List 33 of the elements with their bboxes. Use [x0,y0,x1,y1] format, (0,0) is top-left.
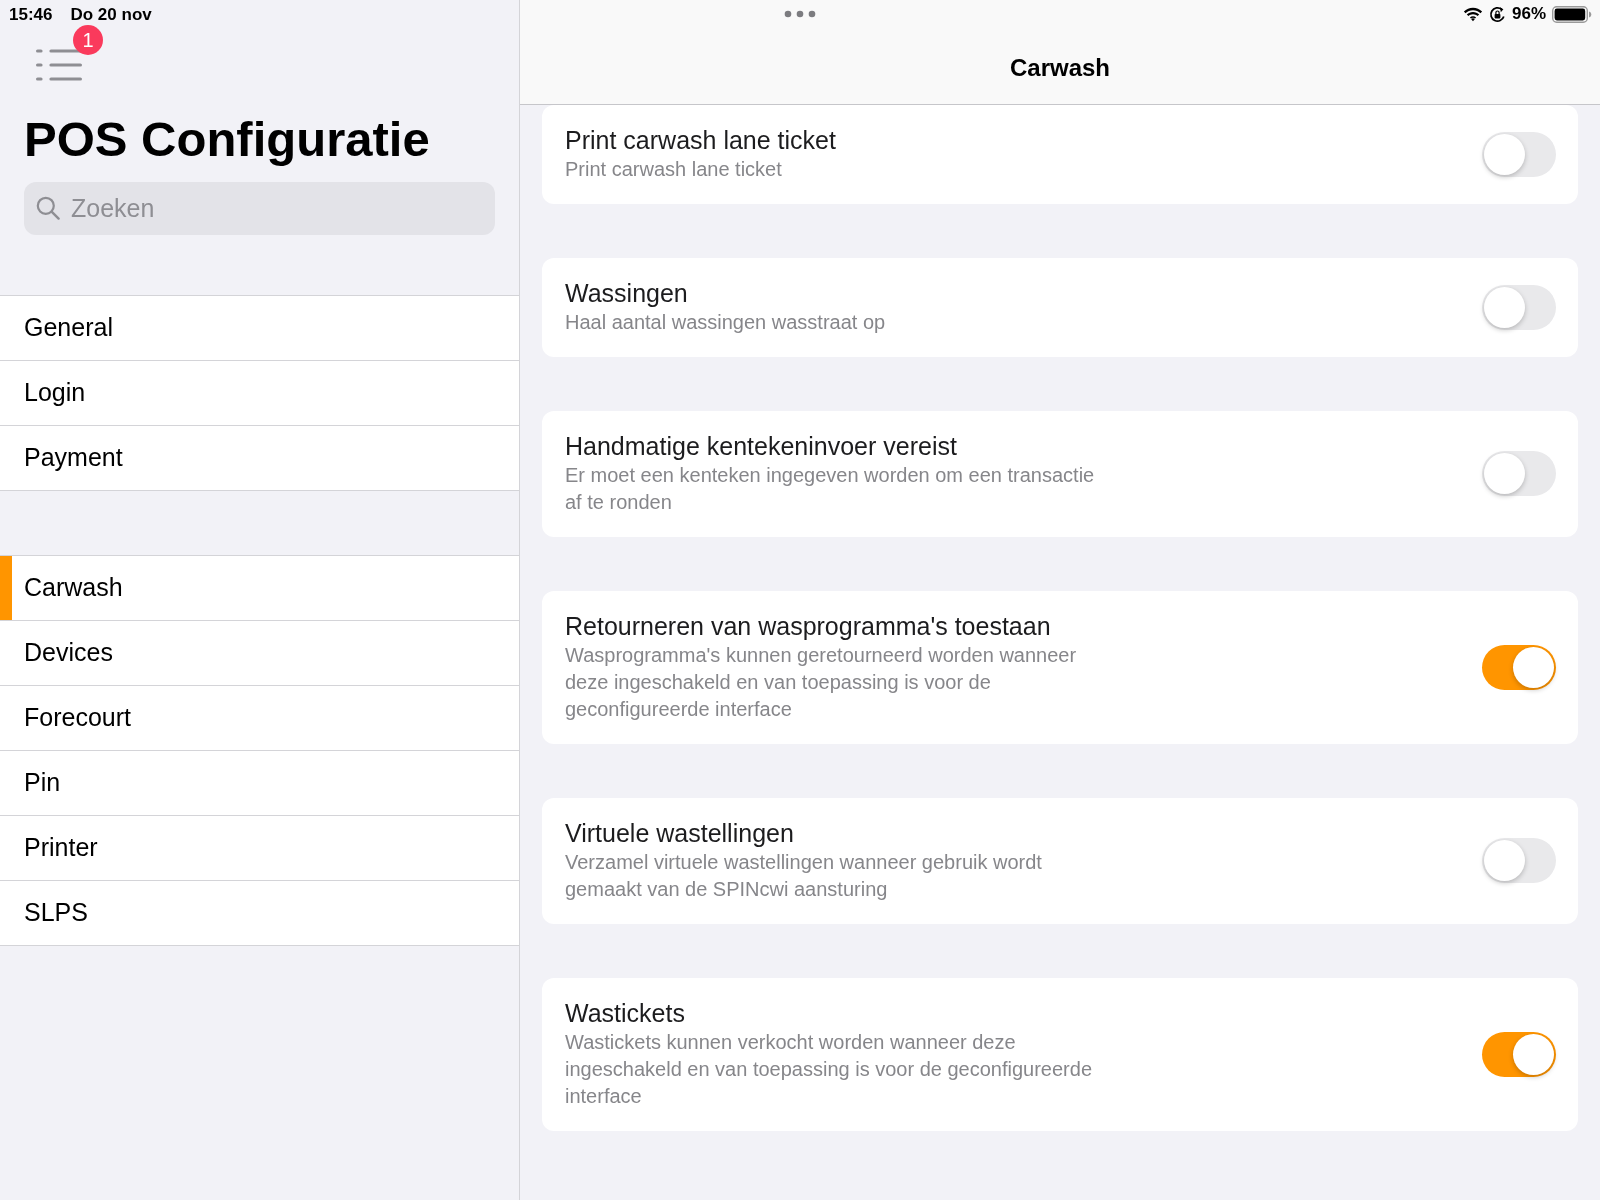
menu-button[interactable] [36,49,82,81]
toggle-switch[interactable] [1482,451,1556,496]
setting-title: Wastickets [565,998,686,1028]
notification-badge: 1 [73,25,103,55]
toggle-switch[interactable] [1482,131,1556,177]
status-time: 15:46 [9,4,53,27]
status-date: Do 20 nov [70,4,152,27]
setting-description: Wastickets kunnen verkocht worden wanneer deze ingeschakeld en van toepassing is voor de geconfigureerde interface [565,1030,1094,1109]
battery-icon [1552,5,1592,23]
setting-title: Retourneren van wasprogramma's toestaan [565,611,1052,641]
setting-description: Print carwash lane ticket [565,157,783,182]
search-icon [36,196,60,220]
toggle-switch[interactable] [1482,1031,1556,1077]
setting-title: Virtuele wastellingen [565,818,795,848]
setting-description: Wasprogramma's kunnen geretourneerd worden wanneer deze ingeschakeld en van toepassing is voor de geconfigureerde interface [565,643,1078,722]
wifi-icon [1462,6,1483,22]
toggle-switch[interactable] [1482,838,1556,883]
list-icon [36,49,82,81]
toggle-switch[interactable] [1482,644,1556,690]
battery-percentage: 96% [1511,3,1546,26]
setting-title: Wassingen [565,278,689,308]
setting-title: Print carwash lane ticket [565,125,836,155]
rotation-lock-icon [1488,5,1506,23]
sidebar-title: POS Configuratie [24,111,431,168]
setting-description: Er moet een kenteken ingegeven worden om een transactie af te ronden [565,463,1096,515]
toggle-switch[interactable] [1482,284,1556,330]
selection-bar [0,556,12,620]
setting-title: Handmatige kentekeninvoer vereist [565,431,958,461]
setting-description: Verzamel virtuele wastellingen wanneer gebruik wordt gemaakt van de SPINcwi aansturing [565,850,1043,902]
more-dots-icon[interactable] [784,10,816,18]
page-title: Carwash [1009,53,1110,83]
setting-description: Haal aantal wassingen wasstraat op [565,310,886,335]
search-field[interactable]: Zoeken [24,182,495,235]
